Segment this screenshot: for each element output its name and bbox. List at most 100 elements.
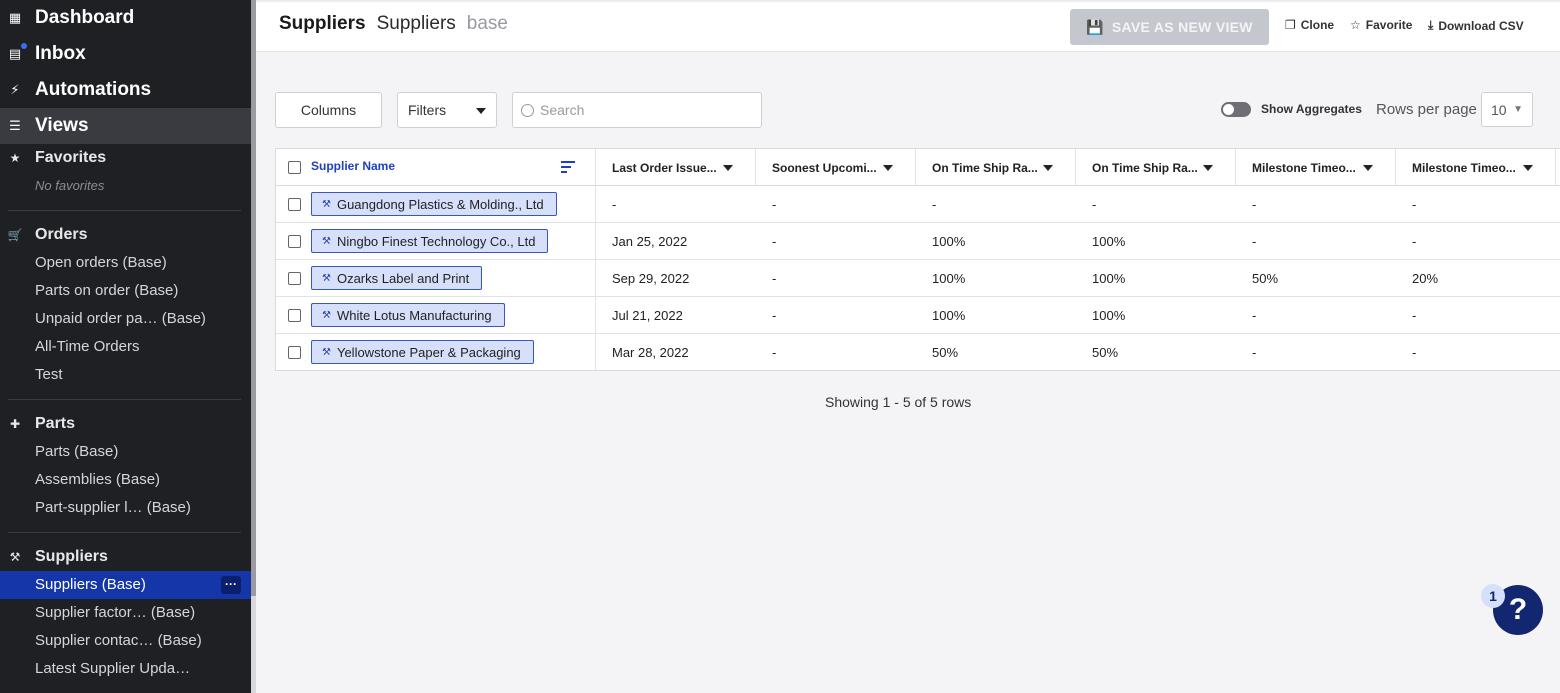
sidebar-item-unpaid-orders[interactable]: Unpaid order pa… (Base) [0,305,251,333]
sidebar-item-label: Suppliers (Base) [35,576,146,593]
notification-badge: 1 [1481,584,1505,608]
sidebar-item-assemblies[interactable]: Assemblies (Base) [0,466,251,494]
divider [8,399,241,400]
sidebar-item-latest-updates[interactable]: Latest Supplier Upda… [0,655,251,683]
table-row[interactable]: ⚒ Ozarks Label and Print Sep 29, 2022 - 1… [276,260,1560,297]
supplier-chip[interactable]: ⚒ Yellowstone Paper & Packaging [311,340,534,364]
sidebar-item-part-supplier[interactable]: Part-supplier l… (Base) [0,494,251,522]
table-cell: - [772,308,777,323]
column-header-supplier-name[interactable]: Supplier Name [276,149,596,186]
more-options-button[interactable]: ··· [221,576,241,594]
supplier-icon: ⚒ [322,198,331,210]
sort-icon[interactable] [561,161,575,173]
sidebar-item-supplier-factories[interactable]: Supplier factor… (Base) [0,599,251,627]
supplier-chip[interactable]: ⚒ Ningbo Finest Technology Co., Ltd [311,229,549,253]
column-header-milestone-1[interactable]: Milestone Timeo... [1236,149,1396,186]
table-cell: - [1092,197,1097,212]
table-cell: Mar 28, 2022 [612,345,689,360]
download-icon: ⤓ [1428,18,1434,32]
show-aggregates-toggle[interactable] [1221,102,1251,117]
download-csv-button[interactable]: ⤓ Download CSV [1428,18,1524,33]
table-cell: 100% [932,308,966,323]
supplier-chip[interactable]: ⚒ Ozarks Label and Print [311,266,483,290]
search-input[interactable] [540,102,740,118]
sidebar-item-parts-on-order[interactable]: Parts on order (Base) [0,277,251,305]
table-cell: - [1412,308,1417,323]
rows-per-page-label: Rows per page [1376,101,1477,118]
table-cell: - [1252,345,1257,360]
sidebar-item-supplier-contacts[interactable]: Supplier contac… (Base) [0,627,251,655]
row-checkbox[interactable] [288,235,301,248]
table-cell: 20% [1412,271,1439,286]
nav-label: Automations [35,79,152,100]
table-cell: 50% [932,345,959,360]
row-checkbox[interactable] [288,309,301,322]
column-header-on-time-ship-1[interactable]: On Time Ship Ra... [916,149,1076,186]
table-row[interactable]: ⚒ Ningbo Finest Technology Co., Ltd Jan 2… [276,223,1560,260]
row-checkbox[interactable] [288,346,301,359]
section-favorites[interactable]: ★ Favorites [0,144,251,172]
caret-down-icon [1523,165,1533,171]
section-orders[interactable]: 🛒 Orders [0,221,251,249]
table-cell: - [772,345,777,360]
show-aggregates-label: Show Aggregates [1261,102,1362,116]
rows-per-page-select[interactable]: 10 ▼ [1481,92,1533,127]
table-row[interactable]: ⚒ White Lotus Manufacturing Jul 21, 2022 … [276,297,1560,334]
sidebar-item-open-orders[interactable]: Open orders (Base) [0,249,251,277]
table-cell: 50% [1092,345,1119,360]
section-parts[interactable]: ✚ Parts [0,410,251,438]
favorite-button[interactable]: ☆ Favorite [1350,18,1412,32]
title-tag: base [466,13,508,34]
row-checkbox[interactable] [288,272,301,285]
save-as-new-view-button[interactable]: 💾 SAVE AS NEW VIEW [1070,9,1269,45]
table-cell: 100% [1092,308,1126,323]
caret-down-icon: ▼ [1513,104,1523,115]
column-header-last-order[interactable]: Last Order Issue... [596,149,756,186]
table-cell: Sep 29, 2022 [612,271,690,286]
page-header: Suppliers Suppliers base 💾 SAVE AS NEW V… [256,0,1560,52]
sidebar-item-suppliers-base[interactable]: Suppliers (Base) ··· [0,571,251,599]
nav-inbox[interactable]: ▤ Inbox [0,36,251,72]
inbox-icon: ▤ [8,43,27,61]
table-row[interactable]: ⚒ Guangdong Plastics & Molding., Ltd - - … [276,186,1560,223]
column-header-soonest-upcoming[interactable]: Soonest Upcomi... [756,149,916,186]
sidebar-item-test[interactable]: Test [0,361,251,389]
select-all-checkbox[interactable] [288,161,301,174]
table-cell: - [1252,234,1257,249]
filters-dropdown[interactable]: Filters [397,92,497,128]
sidebar-item-all-time-orders[interactable]: All-Time Orders [0,333,251,361]
favorites-empty: No favorites [35,178,105,193]
section-suppliers[interactable]: ⚒ Suppliers [0,543,251,571]
puzzle-icon: ✚ [9,417,21,431]
column-header-milestone-2[interactable]: Milestone Timeo... [1396,149,1556,186]
table-cell: Jan 25, 2022 [612,234,688,249]
table-row[interactable]: ⚒ Yellowstone Paper & Packaging Mar 28, 2… [276,334,1560,370]
nav-views[interactable]: ☰ Views [0,108,251,144]
table-cell: - [1252,197,1257,212]
supplier-chip[interactable]: ⚒ Guangdong Plastics & Molding., Ltd [311,192,557,216]
section-label: Parts [35,415,76,432]
section-label: Suppliers [35,548,108,565]
supplier-chip[interactable]: ⚒ White Lotus Manufacturing [311,303,505,327]
divider [8,210,241,211]
caret-down-icon [723,165,733,171]
nav-automations[interactable]: ⚡ Automations [0,72,251,108]
table-cell: 100% [932,271,966,286]
table-header: Supplier Name Last Order Issue... Soones… [276,149,1560,186]
nav-label: Views [35,115,89,136]
column-header-on-time-ship-2[interactable]: On Time Ship Ra... [1076,149,1236,186]
table-cell: - [1412,197,1417,212]
clone-button[interactable]: ❐ Clone [1285,18,1334,32]
row-checkbox[interactable] [288,198,301,211]
caret-down-icon [1363,165,1373,171]
table-cell: - [1412,234,1417,249]
suppliers-table: Supplier Name Last Order Issue... Soones… [275,148,1560,371]
columns-button[interactable]: Columns [275,92,382,128]
sidebar-scrollbar-thumb[interactable] [251,0,256,596]
nav-dashboard[interactable]: ▦ Dashboard [0,0,251,36]
search-field[interactable] [512,92,762,128]
chevron-down-icon [476,108,486,114]
sidebar: ▦ Dashboard ▤ Inbox ⚡ Automations ☰ View… [0,0,251,693]
sidebar-item-parts[interactable]: Parts (Base) [0,438,251,466]
nav-label: Inbox [35,43,86,64]
